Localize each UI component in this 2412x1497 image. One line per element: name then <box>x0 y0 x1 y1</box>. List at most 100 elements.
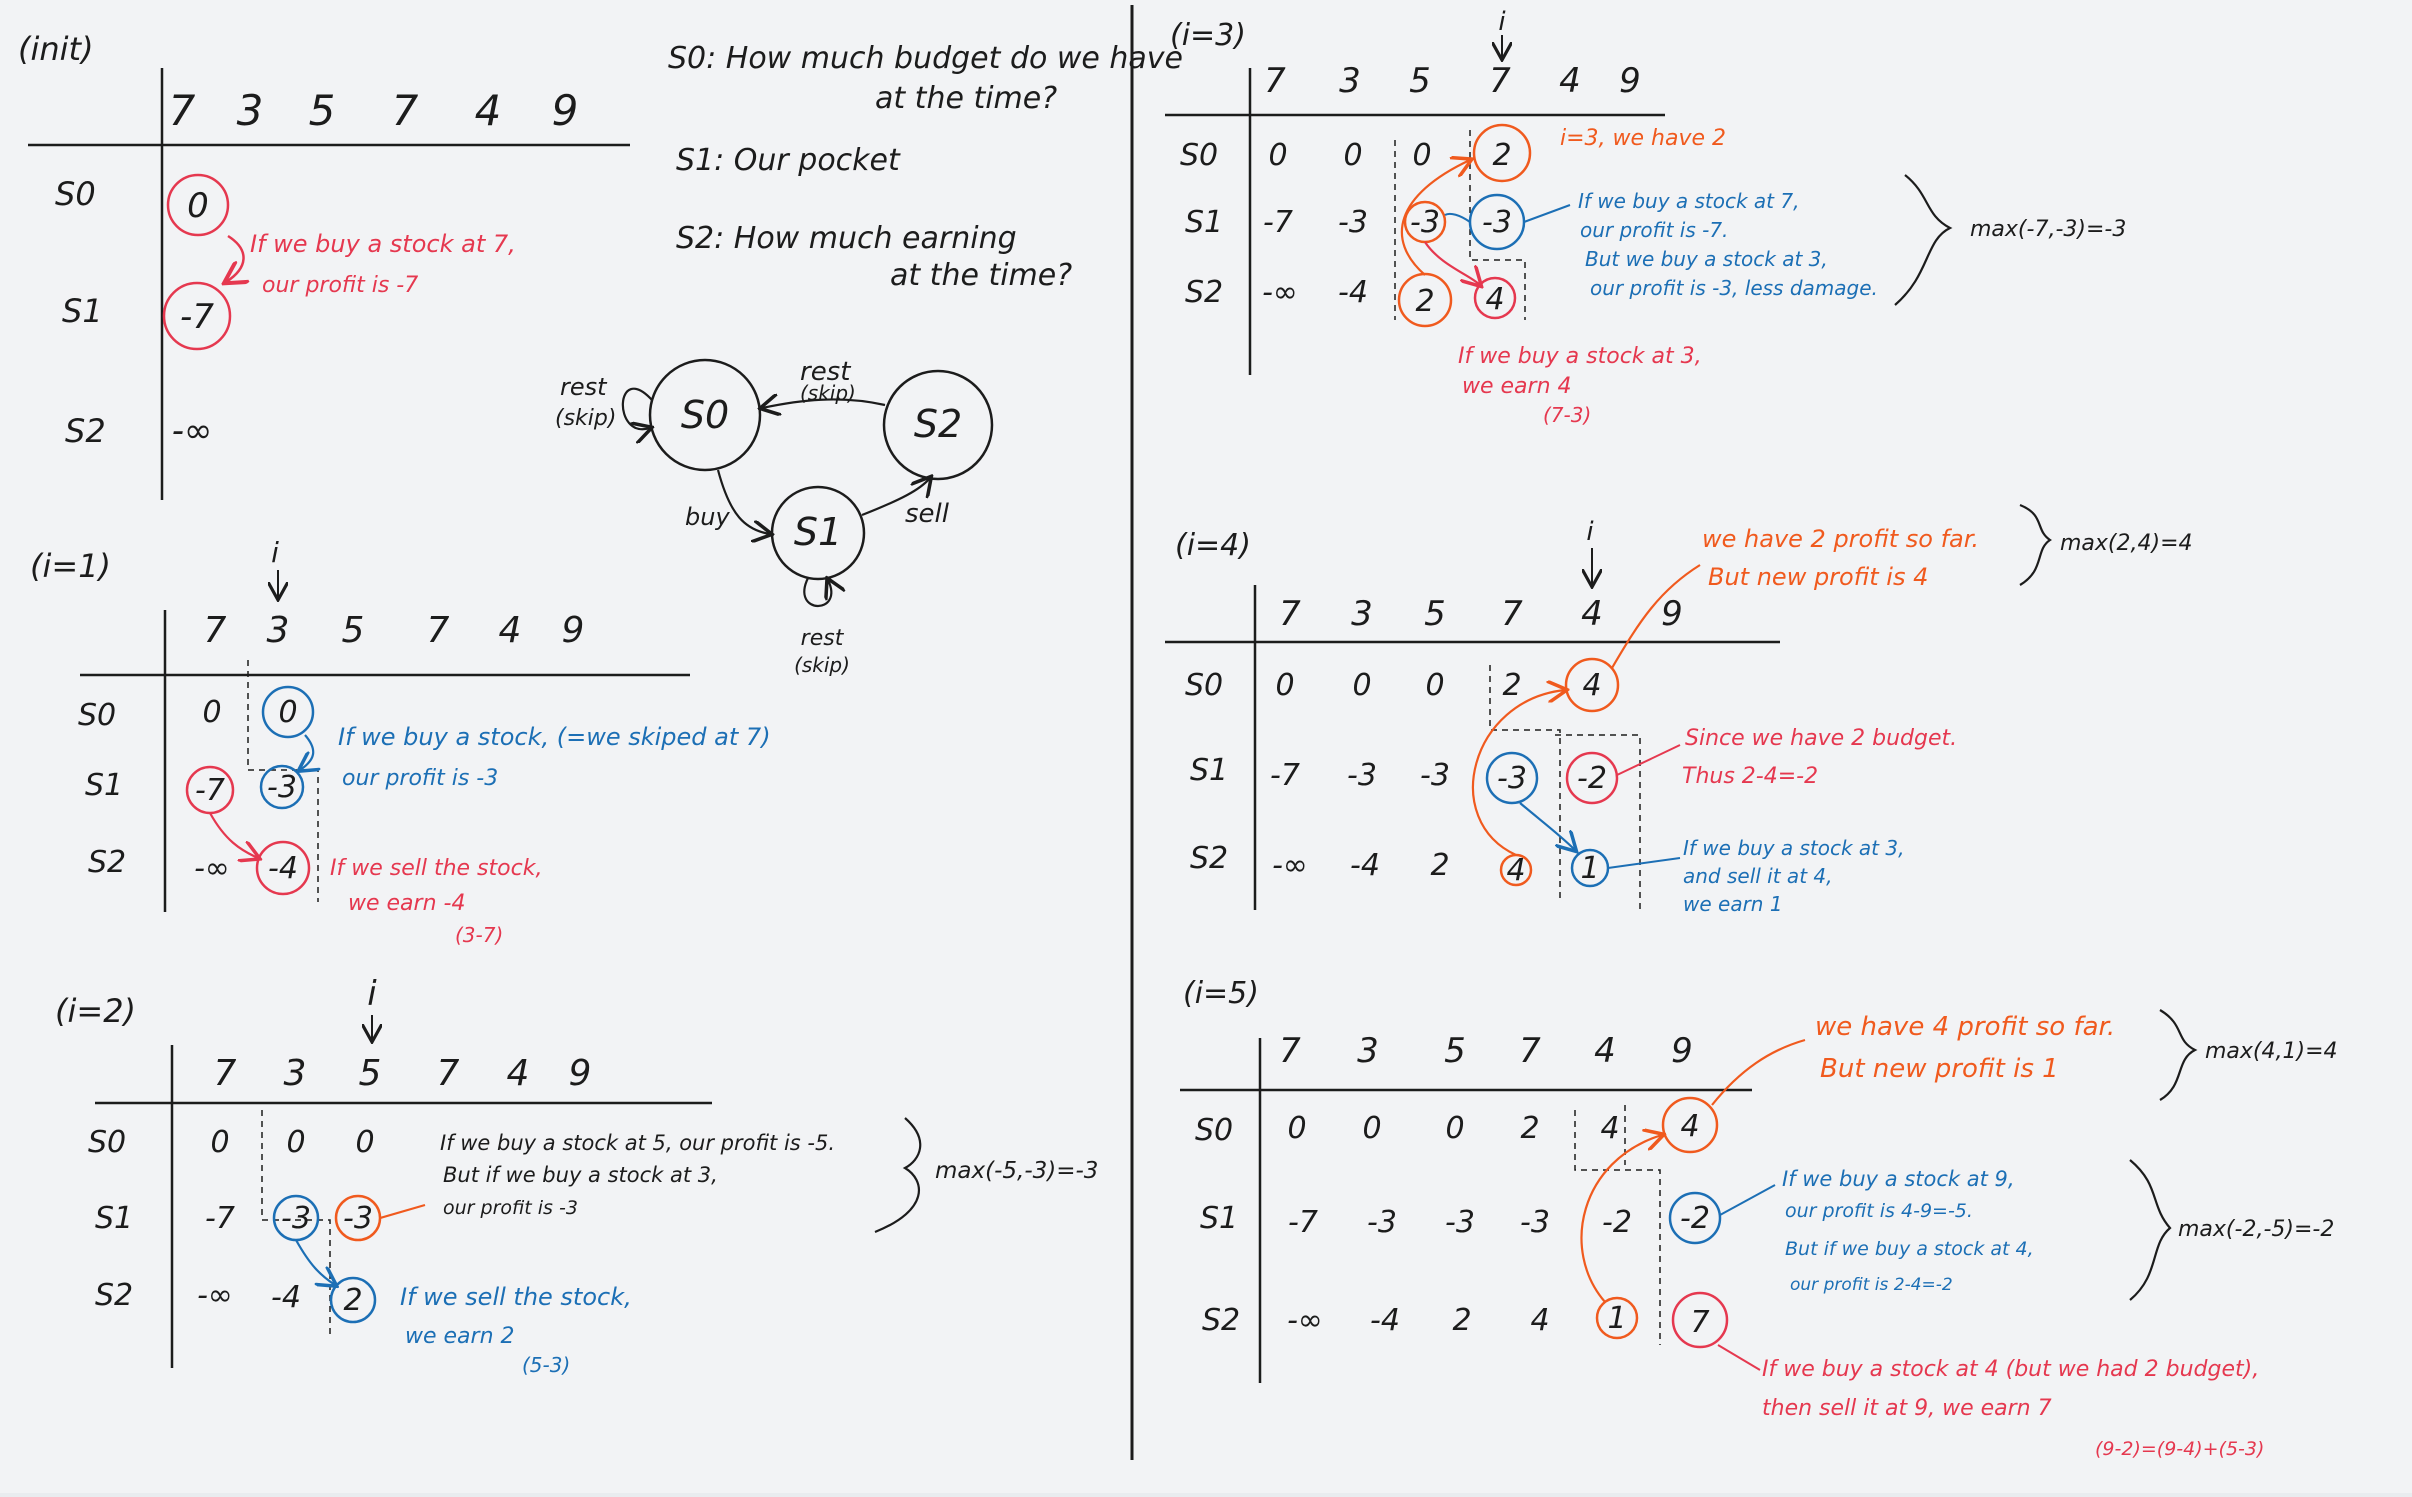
price-cell: 4 <box>1594 1031 1616 1071</box>
cell: 0 <box>210 1125 229 1160</box>
state-s0: S0 <box>681 393 729 437</box>
cell: 4 <box>1485 282 1504 317</box>
cell: 4 <box>1680 1109 1699 1144</box>
row-label-s1: S1 <box>95 1201 133 1236</box>
cell: 0 <box>1445 1111 1464 1146</box>
cell: 1 <box>1607 1301 1626 1336</box>
cell: -∞ <box>1287 1303 1323 1338</box>
cell: -3 <box>1520 1205 1550 1240</box>
price-cell: 3 <box>1357 1031 1379 1071</box>
cell: 2 <box>1415 284 1434 319</box>
legend: S0: How much budget do we have at the ti… <box>668 41 1183 293</box>
whiteboard-drawing: (init) 7 3 5 7 4 9 S0 S1 S2 0 -7 -∞ If w… <box>18 5 2338 1460</box>
price-cell: 4 <box>1581 594 1603 634</box>
cell: 4 <box>1600 1111 1619 1146</box>
row-label-s2: S2 <box>88 845 126 880</box>
price-cell: 5 <box>342 610 365 651</box>
annotation: If we buy a stock at 7, <box>1578 189 1799 213</box>
annotation: our profit is -3 <box>342 766 498 791</box>
row-label-s2: S2 <box>1185 275 1223 310</box>
max-expression: max(2,4)=4 <box>2060 531 2193 556</box>
annotation: we have 4 profit so far. <box>1815 1012 2115 1042</box>
cell: -3 <box>1410 205 1440 240</box>
panel-title: (i=4) <box>1175 528 1251 563</box>
annotation: our profit is -7. <box>1580 218 1728 242</box>
annotation: But new profit is 1 <box>1820 1054 2059 1084</box>
cell: 0 <box>1362 1111 1381 1146</box>
price-cell: 9 <box>1661 594 1683 634</box>
cell: -2 <box>1602 1205 1632 1240</box>
cell: 0 <box>1275 668 1294 703</box>
price-cell: 7 <box>392 86 419 135</box>
annotation: we have 2 profit so far. <box>1702 525 1979 553</box>
panel-title: (init) <box>18 30 94 68</box>
legend-s2: S2: How much earning <box>676 221 1017 256</box>
cell: 0 <box>1425 668 1444 703</box>
annotation: and sell it at 4, <box>1683 864 1832 888</box>
cell: 7 <box>1690 1305 1709 1340</box>
cell: 2 <box>1502 668 1521 703</box>
annotation: If we buy a stock at 9, <box>1782 1167 2015 1191</box>
cell: -2 <box>1680 1201 1710 1236</box>
cell: 0 <box>1268 138 1287 173</box>
cell-s2: -∞ <box>172 411 213 451</box>
cell: -3 <box>1367 1205 1397 1240</box>
panel-init: (init) 7 3 5 7 4 9 S0 S1 S2 0 -7 -∞ If w… <box>18 30 630 500</box>
cell: -4 <box>1338 275 1368 310</box>
cell: 0 <box>1343 138 1362 173</box>
panel-i4: (i=4) i 7 3 5 7 4 9 S0 S1 S2 0 -7 -∞ 0 -… <box>1165 503 2193 916</box>
annotation: our profit is -7 <box>262 273 418 298</box>
price-cell: 7 <box>1489 61 1511 101</box>
legend-s0-cont: at the time? <box>875 81 1057 116</box>
price-header: 7 3 5 7 4 9 <box>204 610 585 651</box>
legend-s2-cont: at the time? <box>890 258 1072 293</box>
row-label-s1: S1 <box>1200 1201 1238 1236</box>
cell: 0 <box>286 1125 305 1160</box>
cell-s0: 0 <box>187 186 209 226</box>
cell: 0 <box>355 1125 374 1160</box>
annotation: (9-2)=(9-4)+(5-3) <box>2095 1438 2264 1460</box>
cell: 0 <box>278 695 297 730</box>
row-label-s1: S1 <box>62 292 103 330</box>
max-expression: max(-7,-3)=-3 <box>1970 217 2126 242</box>
edge-label: (skip) <box>800 381 856 405</box>
price-cell: 7 <box>437 1053 460 1094</box>
cell: -7 <box>205 1201 235 1236</box>
step-marker: i <box>367 974 377 1014</box>
row-label-s0: S0 <box>1180 138 1218 173</box>
cell: 2 <box>1492 138 1511 173</box>
cell: -3 <box>1482 205 1512 240</box>
row-label-s1: S1 <box>85 768 123 803</box>
price-header: 7 3 5 7 4 9 <box>1264 61 1641 101</box>
cell: -7 <box>195 773 225 808</box>
max-expression: max(-2,-5)=-2 <box>2178 1217 2334 1242</box>
price-cell: 3 <box>284 1053 307 1094</box>
cell-s1: -7 <box>180 297 214 337</box>
row-label-s1: S1 <box>1190 753 1228 788</box>
price-cell: 9 <box>1619 61 1641 101</box>
price-cell: 7 <box>427 610 450 651</box>
cell: 4 <box>1530 1303 1549 1338</box>
cell: 4 <box>1506 853 1525 888</box>
cell: -∞ <box>197 1278 233 1313</box>
price-cell: 9 <box>562 610 585 651</box>
annotation: i=3, we have 2 <box>1560 126 1726 151</box>
row-label-s0: S0 <box>55 175 96 213</box>
panel-title: (i=5) <box>1183 976 1259 1011</box>
price-cell: 7 <box>1279 594 1301 634</box>
price-cell: 5 <box>1424 594 1446 634</box>
price-cell: 9 <box>552 86 579 135</box>
cell: 4 <box>1582 668 1601 703</box>
cell: -∞ <box>194 851 230 886</box>
price-header: 7 3 5 7 4 9 <box>214 1053 592 1094</box>
cell: 2 <box>1430 848 1449 883</box>
annotation: we earn -4 <box>348 891 465 916</box>
annotation: our profit is 4-9=-5. <box>1785 1200 1973 1222</box>
cell: -7 <box>1288 1205 1318 1240</box>
price-header: 7 3 5 7 4 9 <box>1279 1031 1693 1071</box>
cell: -3 <box>1445 1205 1475 1240</box>
edge-label: sell <box>905 499 950 529</box>
step-marker: i <box>1498 7 1506 37</box>
step-marker: i <box>271 536 279 569</box>
price-cell: 7 <box>1279 1031 1301 1071</box>
